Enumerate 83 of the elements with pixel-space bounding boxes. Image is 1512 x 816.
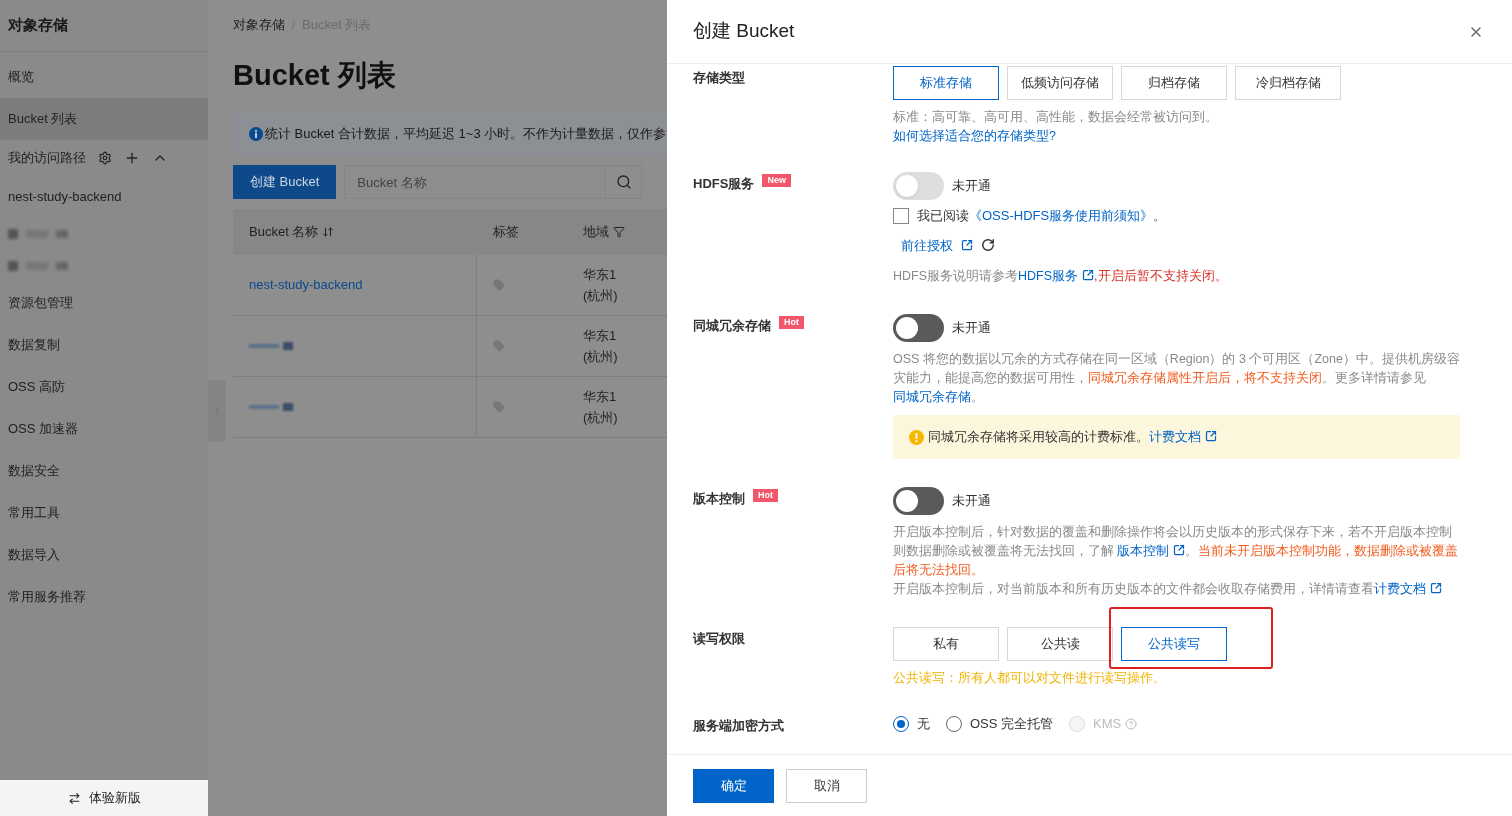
sidebar-item[interactable]: 常用工具 xyxy=(0,492,208,534)
description-text: 公共读写：所有人都可以对文件进行读写操作。 xyxy=(893,670,1167,687)
sidebar-item[interactable]: 数据导入 xyxy=(0,534,208,576)
option-button[interactable]: 冷归档存储 xyxy=(1235,66,1341,100)
toggle-switch[interactable] xyxy=(893,314,944,342)
doc-link[interactable]: 计费文档 xyxy=(1374,582,1442,596)
sidebar-title: 对象存储 xyxy=(8,15,68,36)
sidebar-item[interactable]: 概览 xyxy=(0,56,208,98)
cancel-button[interactable]: 取消 xyxy=(786,768,867,803)
toggle-switch[interactable] xyxy=(893,487,944,515)
region-text: (杭州) xyxy=(583,287,619,305)
description-text: OSS 将您的数据以冗余的方式存储在同一区域（Region）的 3 个可用区（Zone）中。提供机房级容灾能力，能提高您的数据可用性，同城冗余存储属性开启后，将不支持关闭。更多详情请参见 同城冗余存储。 xyxy=(893,351,1460,406)
description-text: HDFS服务说明请参考HDFS服务 ,开启后暂不支持关闭。 xyxy=(893,268,1229,285)
option-button[interactable]: 低频访问存储 xyxy=(1007,66,1113,100)
search-button[interactable] xyxy=(606,165,643,199)
swap-icon xyxy=(67,791,81,805)
refresh-icon[interactable] xyxy=(981,238,995,253)
doc-link[interactable]: 同城冗余存储 xyxy=(893,390,971,404)
sidebar-item[interactable]: OSS 高防 xyxy=(0,366,208,408)
status-text: 未开通 xyxy=(952,177,991,196)
region-text: 华东1 xyxy=(583,266,618,284)
sidebar-item[interactable]: 资源包管理 xyxy=(0,282,208,324)
label-badge: New xyxy=(762,174,791,187)
doc-link[interactable]: 计费文档 xyxy=(1149,429,1217,445)
option-button[interactable]: 私有 xyxy=(893,627,999,661)
region-text: (杭州) xyxy=(583,348,619,366)
region-text: 华东1 xyxy=(583,388,618,406)
section-title: 我的访问路径 xyxy=(8,149,86,168)
sidebar-item[interactable]: 常用服务推荐 xyxy=(0,576,208,618)
field-label: 版本控制 xyxy=(693,490,745,508)
add-icon[interactable] xyxy=(124,150,140,166)
info-icon xyxy=(249,127,263,141)
field-label: HDFS服务 xyxy=(693,175,755,193)
sidebar-item[interactable]: Bucket 列表 xyxy=(0,98,208,140)
search-icon xyxy=(615,174,632,190)
warning-icon xyxy=(909,429,924,445)
label-badge: Hot xyxy=(753,489,778,502)
region-text: (杭州) xyxy=(583,409,619,427)
region-text: 华东1 xyxy=(583,327,618,345)
field-label: 服务端加密方式 xyxy=(693,717,784,735)
column-header: 标签 xyxy=(493,223,519,242)
status-text: 未开通 xyxy=(952,492,991,511)
label-badge: Hot xyxy=(779,316,804,329)
status-text: 未开通 xyxy=(952,319,991,338)
description-text: 开启版本控制后，针对数据的覆盖和删除操作将会以历史版本的形式保存下来，若不开启版本控制则数据删除或被覆盖将无法找回，了解 版本控制 。当前未开启版本控制功能，数据删除或被覆盖后将无法找回。 xyxy=(893,524,1460,579)
field-label: 存储类型 xyxy=(693,69,745,87)
redacted-block xyxy=(8,229,68,239)
field-label: 同城冗余存储 xyxy=(693,317,771,335)
breadcrumb-item[interactable]: 对象存储 xyxy=(233,15,285,35)
redacted-name xyxy=(249,403,293,411)
description-text: 开启版本控制后，对当前版本和所有历史版本的文件都会收取存储费用，详情请查看计费文档 xyxy=(893,580,1460,599)
field-label: 读写权限 xyxy=(693,630,745,648)
search-field[interactable]: Bucket 名称 xyxy=(344,165,607,199)
redacted-name xyxy=(249,342,293,350)
filter-icon[interactable] xyxy=(613,226,625,238)
new-version-button[interactable]: 体验新版 xyxy=(0,780,208,816)
option-button[interactable]: 归档存储 xyxy=(1121,66,1227,100)
create-bucket-button[interactable]: 创建 Bucket xyxy=(233,165,337,199)
column-header: 地域 xyxy=(583,223,609,242)
sidebar-item[interactable]: 数据安全 xyxy=(0,450,208,492)
sort-icon[interactable] xyxy=(322,226,335,238)
sidebar-item[interactable]: OSS 加速器 xyxy=(0,408,208,450)
radio-label: OSS 完全托管 xyxy=(970,715,1054,734)
option-button[interactable]: 公共读 xyxy=(1007,627,1113,661)
redacted-block xyxy=(8,261,68,271)
sidebar-item[interactable]: 数据复制 xyxy=(0,324,208,366)
alert-text: 同城冗余存储将采用较高的计费标准。计费文档 xyxy=(928,427,1217,447)
description-text: 标准：高可靠、高可用、高性能，数据会经常被访问到。 xyxy=(893,109,1219,126)
agreement-text: 我已阅读《OSS-HDFS服务使用前须知》。 xyxy=(917,207,1167,225)
drawer-title: 创建 Bucket xyxy=(693,19,795,44)
doc-link[interactable]: 版本控制 xyxy=(1117,544,1186,558)
option-button[interactable]: 标准存储 xyxy=(893,66,999,100)
radio-label: 无 xyxy=(917,715,930,734)
column-header: Bucket 名称 xyxy=(249,223,319,242)
settings-icon[interactable] xyxy=(98,151,112,165)
sidebar-item[interactable]: nest-study-backend xyxy=(0,176,208,218)
radio-label: KMS xyxy=(1093,715,1122,734)
external-link-icon xyxy=(961,239,973,252)
info-text: 统计 Bucket 合计数据，平均延迟 1~3 小时。不作为计量数据，仅作参 xyxy=(265,125,667,144)
confirm-button[interactable]: 确定 xyxy=(693,768,774,803)
doc-link[interactable]: 如何选择适合您的存储类型? xyxy=(893,129,1056,143)
page-title: Bucket 列表 xyxy=(233,58,397,93)
option-button[interactable]: 公共读写 xyxy=(1121,627,1227,661)
